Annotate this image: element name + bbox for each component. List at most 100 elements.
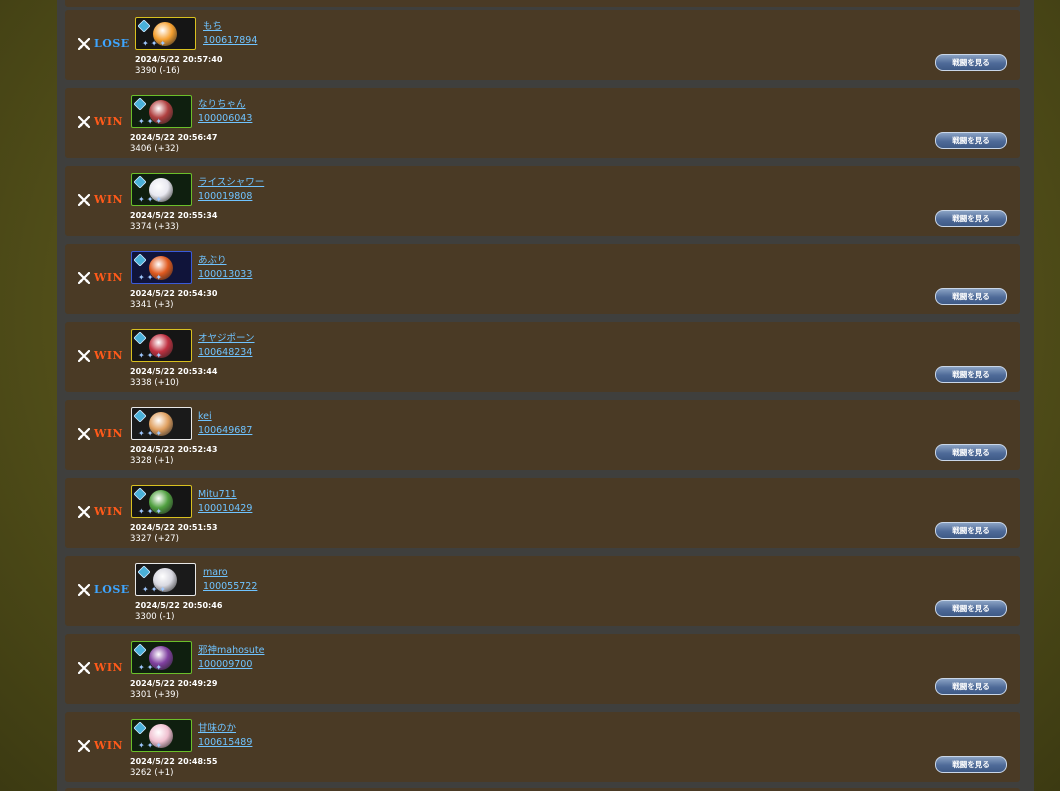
result-label: LOSE	[94, 37, 130, 50]
opponent-name-link[interactable]: 甘味のか	[198, 723, 236, 735]
battle-datetime: 2024/5/22 20:54:30	[130, 289, 218, 298]
opponent-name-link[interactable]: ライスシャワー	[198, 177, 264, 189]
rating-change: 3301 (+39)	[130, 690, 179, 700]
deck-pips: ✦✦✦	[142, 39, 169, 48]
deck-emblem-icon	[134, 410, 146, 422]
deck-emblem-icon	[134, 176, 146, 188]
crossed-swords-icon	[78, 662, 90, 674]
battle-datetime: 2024/5/22 20:52:43	[130, 445, 218, 454]
deck-pips: ✦✦✦	[138, 195, 165, 204]
result-indicator: LOSE	[78, 584, 130, 596]
deck-emblem-icon	[134, 98, 146, 110]
watch-battle-button[interactable]: 戦闘を見る	[935, 600, 1007, 617]
battle-row: LOSE ✦✦✦ maro 100055722 2024/5/22 20:50:…	[65, 556, 1020, 626]
rating-change: 3390 (-16)	[135, 66, 180, 76]
crossed-swords-icon	[78, 584, 90, 596]
rating-change: 3406 (+32)	[130, 144, 179, 154]
opponent-deck-thumbnail[interactable]: ✦✦✦	[131, 95, 192, 128]
opponent-name-link[interactable]: もち	[203, 21, 222, 33]
battle-datetime: 2024/5/22 20:48:55	[130, 757, 218, 766]
watch-battle-button[interactable]: 戦闘を見る	[935, 132, 1007, 149]
opponent-name-link[interactable]: Mitu711	[198, 489, 237, 501]
opponent-id-link[interactable]: 100055722	[203, 581, 257, 593]
battle-history-panel: LOSE ✦✦✦ もち 100617894 2024/5/22 20:57:40…	[57, 0, 1034, 791]
result-label: WIN	[94, 349, 124, 362]
result-indicator: WIN	[78, 272, 123, 284]
watch-battle-button[interactable]: 戦闘を見る	[935, 756, 1007, 773]
opponent-name-link[interactable]: なりちゃん	[198, 99, 246, 111]
crossed-swords-icon	[78, 116, 90, 128]
opponent-deck-thumbnail[interactable]: ✦✦✦	[131, 173, 192, 206]
result-label: WIN	[94, 193, 124, 206]
result-indicator: WIN	[78, 662, 123, 674]
result-indicator: WIN	[78, 740, 123, 752]
rating-change: 3327 (+27)	[130, 534, 179, 544]
battle-row: LOSE ✦✦✦ もち 100617894 2024/5/22 20:57:40…	[65, 10, 1020, 80]
opponent-deck-thumbnail[interactable]: ✦✦✦	[131, 329, 192, 362]
opponent-deck-thumbnail[interactable]: ✦✦✦	[131, 719, 192, 752]
deck-pips: ✦✦✦	[142, 585, 169, 594]
opponent-id-link[interactable]: 100617894	[203, 35, 257, 47]
result-indicator: WIN	[78, 350, 123, 362]
opponent-id-link[interactable]: 100648234	[198, 347, 252, 359]
result-indicator: WIN	[78, 194, 123, 206]
battle-datetime: 2024/5/22 20:56:47	[130, 133, 218, 142]
opponent-id-link[interactable]: 100009700	[198, 659, 252, 671]
opponent-deck-thumbnail[interactable]: ✦✦✦	[131, 407, 192, 440]
watch-battle-button[interactable]: 戦闘を見る	[935, 678, 1007, 695]
battle-row: WIN ✦✦✦ ライスシャワー 100019808 2024/5/22 20:5…	[65, 166, 1020, 236]
battle-datetime: 2024/5/22 20:57:40	[135, 55, 223, 64]
deck-emblem-icon	[134, 644, 146, 656]
opponent-name-link[interactable]: オヤジポーン	[198, 333, 255, 345]
deck-emblem-icon	[138, 20, 150, 32]
opponent-id-link[interactable]: 100010429	[198, 503, 252, 515]
rating-change: 3341 (+3)	[130, 300, 174, 310]
battle-datetime: 2024/5/22 20:53:44	[130, 367, 218, 376]
crossed-swords-icon	[78, 740, 90, 752]
watch-battle-button[interactable]: 戦闘を見る	[935, 444, 1007, 461]
battle-datetime: 2024/5/22 20:55:34	[130, 211, 218, 220]
result-label: WIN	[94, 115, 124, 128]
crossed-swords-icon	[78, 428, 90, 440]
opponent-id-link[interactable]: 100615489	[198, 737, 252, 749]
opponent-id-link[interactable]: 100013033	[198, 269, 252, 281]
opponent-name-link[interactable]: maro	[203, 567, 228, 579]
battle-row: WIN ✦✦✦ なりちゃん 100006043 2024/5/22 20:56:…	[65, 88, 1020, 158]
battle-datetime: 2024/5/22 20:49:29	[130, 679, 218, 688]
deck-pips: ✦✦✦	[138, 663, 165, 672]
opponent-deck-thumbnail[interactable]: ✦✦✦	[131, 641, 192, 674]
battle-row: WIN ✦✦✦ Mitu711 100010429 2024/5/22 20:5…	[65, 478, 1020, 548]
opponent-id-link[interactable]: 100649687	[198, 425, 252, 437]
opponent-deck-thumbnail[interactable]: ✦✦✦	[131, 485, 192, 518]
deck-pips: ✦✦✦	[138, 429, 165, 438]
watch-battle-button[interactable]: 戦闘を見る	[935, 54, 1007, 71]
opponent-name-link[interactable]: あぶり	[198, 255, 227, 267]
opponent-id-link[interactable]: 100006043	[198, 113, 252, 125]
result-label: WIN	[94, 271, 124, 284]
result-indicator: WIN	[78, 506, 123, 518]
crossed-swords-icon	[78, 272, 90, 284]
watch-battle-button[interactable]: 戦闘を見る	[935, 288, 1007, 305]
result-label: WIN	[94, 505, 124, 518]
opponent-deck-thumbnail[interactable]: ✦✦✦	[131, 251, 192, 284]
watch-battle-button[interactable]: 戦闘を見る	[935, 522, 1007, 539]
opponent-name-link[interactable]: kei	[198, 411, 212, 423]
rating-change: 3374 (+33)	[130, 222, 179, 232]
deck-pips: ✦✦✦	[138, 117, 165, 126]
deck-emblem-icon	[134, 332, 146, 344]
opponent-deck-thumbnail[interactable]: ✦✦✦	[135, 17, 196, 50]
battle-datetime: 2024/5/22 20:50:46	[135, 601, 223, 610]
crossed-swords-icon	[78, 350, 90, 362]
opponent-name-link[interactable]: 邪神mahosute	[198, 645, 264, 657]
opponent-deck-thumbnail[interactable]: ✦✦✦	[135, 563, 196, 596]
watch-battle-button[interactable]: 戦闘を見る	[935, 210, 1007, 227]
result-label: WIN	[94, 427, 124, 440]
opponent-id-link[interactable]: 100019808	[198, 191, 252, 203]
result-label: WIN	[94, 661, 124, 674]
result-label: WIN	[94, 739, 124, 752]
deck-emblem-icon	[134, 254, 146, 266]
crossed-swords-icon	[78, 194, 90, 206]
deck-pips: ✦✦✦	[138, 507, 165, 516]
watch-battle-button[interactable]: 戦闘を見る	[935, 366, 1007, 383]
deck-pips: ✦✦✦	[138, 351, 165, 360]
